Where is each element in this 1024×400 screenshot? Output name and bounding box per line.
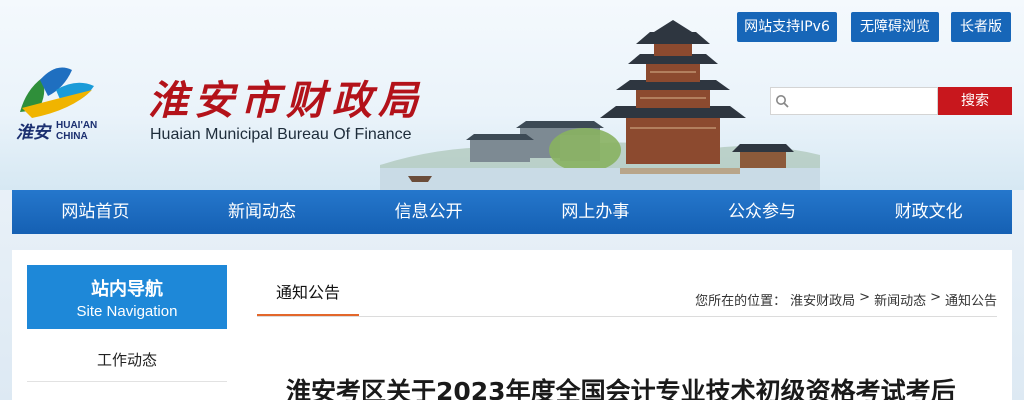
sidebar-header: 站内导航 Site Navigation xyxy=(27,265,227,329)
accessibility-button[interactable]: 无障碍浏览 xyxy=(851,12,939,42)
sidebar-item-work-news[interactable]: 工作动态 xyxy=(27,338,227,382)
nav-item-info-disclosure[interactable]: 信息公开 xyxy=(345,190,512,234)
sidebar-title-cn: 站内导航 xyxy=(91,279,163,300)
main-content: 通知公告 您所在的位置： 淮安财政局 > 新闻动态 > 通知公告 淮安考区关于2… xyxy=(242,250,1012,400)
tab-notices[interactable]: 通知公告 xyxy=(257,275,359,317)
elder-mode-button[interactable]: 长者版 xyxy=(951,12,1011,42)
site-logo-title[interactable]: 淮安市财政局 xyxy=(148,68,424,126)
breadcrumb-link-notices[interactable]: 通知公告 xyxy=(945,290,997,309)
search-button[interactable]: 搜索 xyxy=(938,87,1012,115)
search-input[interactable] xyxy=(793,90,933,112)
search-box xyxy=(770,87,938,115)
main-nav: 网站首页 新闻动态 信息公开 网上办事 公众参与 财政文化 xyxy=(12,190,1012,234)
site-logo-subtitle: Huaian Municipal Bureau Of Finance xyxy=(150,126,412,143)
breadcrumb: 您所在的位置： 淮安财政局 > 新闻动态 > 通知公告 xyxy=(695,290,997,309)
emblem-text-en: HUAI'AN CHINA xyxy=(56,120,97,142)
breadcrumb-separator: > xyxy=(859,290,871,305)
ipv6-button[interactable]: 网站支持IPv6 xyxy=(737,12,837,42)
nav-item-news[interactable]: 新闻动态 xyxy=(179,190,346,234)
article-title: 淮安考区关于2023年度全国会计专业技术初级资格考试考后 xyxy=(286,377,956,400)
sidebar-title-en: Site Navigation xyxy=(76,303,178,320)
nav-item-home[interactable]: 网站首页 xyxy=(12,190,179,234)
site-header: 淮安 HUAI'AN CHINA 淮安市财政局 Huaian Municipal… xyxy=(0,0,1024,190)
breadcrumb-link-news[interactable]: 新闻动态 xyxy=(874,290,926,309)
emblem-text-en-line2: CHINA xyxy=(56,131,88,142)
sidebar: 站内导航 Site Navigation 工作动态 xyxy=(12,250,242,400)
emblem-text-en-line1: HUAI'AN xyxy=(56,120,98,131)
nav-item-finance-culture[interactable]: 财政文化 xyxy=(845,190,1012,234)
nav-item-online-services[interactable]: 网上办事 xyxy=(512,190,679,234)
section-divider xyxy=(257,316,997,317)
emblem-text-cn: 淮安 xyxy=(16,123,50,143)
breadcrumb-link-bureau[interactable]: 淮安财政局 xyxy=(790,290,855,309)
search-icon xyxy=(776,95,789,108)
nav-item-public-participation[interactable]: 公众参与 xyxy=(679,190,846,234)
breadcrumb-prefix: 您所在的位置： xyxy=(695,294,787,309)
breadcrumb-separator: > xyxy=(930,290,941,305)
